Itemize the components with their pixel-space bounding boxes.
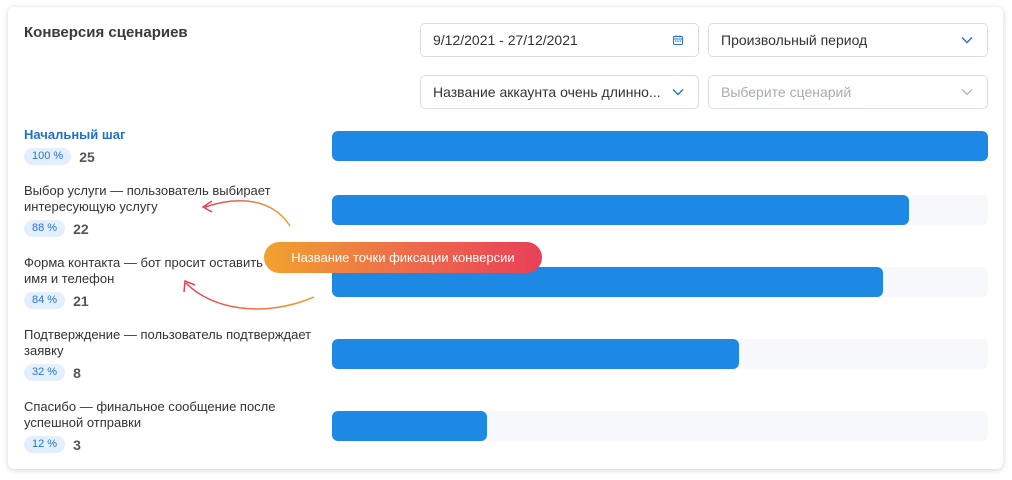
step-label: Форма контакта — бот просит оставить имя… — [24, 255, 263, 286]
step-bar-fill — [332, 131, 988, 161]
widget-title: Конверсия сценариев — [24, 24, 188, 41]
step-bar-track — [332, 131, 988, 161]
date-range-picker[interactable]: 9/12/2021 - 27/12/2021 — [420, 23, 699, 57]
step-bar-fill — [332, 195, 910, 225]
chevron-down-icon — [670, 84, 686, 100]
calendar-icon — [670, 32, 686, 48]
date-range-value: 9/12/2021 - 27/12/2021 — [433, 32, 578, 48]
step-stats: 100 % 25 — [24, 148, 95, 165]
chevron-down-icon — [959, 84, 975, 100]
step-count: 8 — [73, 364, 81, 381]
percent-badge: 32 % — [24, 364, 66, 381]
step-bar-track — [332, 411, 988, 441]
percent-badge: 84 % — [24, 292, 66, 309]
percent-badge: 88 % — [24, 220, 66, 237]
percent-badge: 100 % — [24, 148, 72, 165]
step-stats: 12 % 3 — [24, 436, 81, 453]
step-count: 22 — [73, 220, 89, 237]
period-value: Произвольный период — [721, 32, 868, 48]
step-count: 25 — [79, 148, 95, 165]
step-count: 3 — [73, 436, 81, 453]
conversion-point-tooltip: Название точки фиксации конверсии — [264, 242, 542, 273]
step-stats: 84 % 21 — [24, 292, 89, 309]
step-bar-track — [332, 195, 988, 225]
step-label: Спасибо — финальное сообщение после успе… — [24, 399, 276, 430]
account-value: Название аккаунта очень длинно... — [433, 84, 661, 100]
step-bar-fill — [332, 411, 487, 441]
scenario-select[interactable]: Выберите сценарий — [708, 75, 988, 109]
account-select[interactable]: Название аккаунта очень длинно... — [420, 75, 699, 109]
step-stats: 32 % 8 — [24, 364, 81, 381]
scenario-placeholder: Выберите сценарий — [721, 84, 852, 100]
chevron-down-icon — [959, 32, 975, 48]
step-label: Подтверждение — пользователь подтверждае… — [24, 327, 312, 358]
step-bar-fill — [332, 339, 739, 369]
step-count: 21 — [73, 292, 89, 309]
step-bar-track — [332, 339, 988, 369]
percent-badge: 12 % — [24, 436, 66, 453]
step-stats: 88 % 22 — [24, 220, 89, 237]
period-select[interactable]: Произвольный период — [708, 23, 988, 57]
step-label: Начальный шаг — [24, 127, 126, 142]
step-label: Выбор услуги — пользователь выбирает инт… — [24, 183, 271, 214]
